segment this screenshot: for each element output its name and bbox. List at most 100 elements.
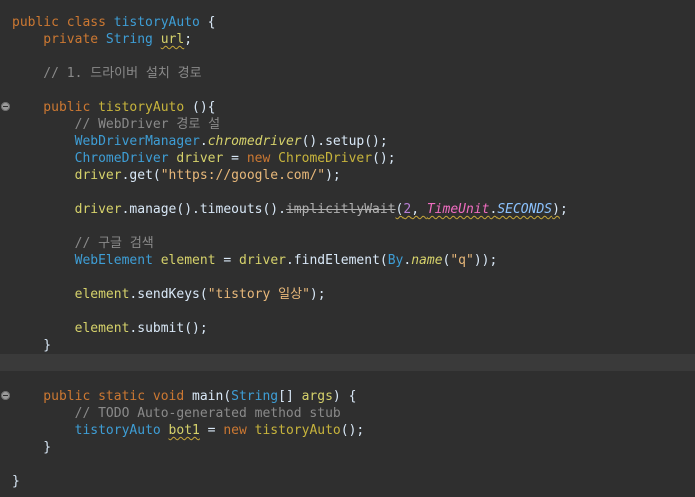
code-token: public static void bbox=[12, 389, 193, 404]
code-token: driver bbox=[176, 151, 224, 166]
collapse-icon[interactable] bbox=[1, 391, 10, 400]
code-token: String bbox=[105, 32, 153, 47]
code-line[interactable]: element.submit(); bbox=[0, 320, 695, 337]
code-token: . bbox=[199, 134, 208, 149]
code-token: bot1 bbox=[168, 423, 200, 438]
code-line[interactable]: element.sendKeys("tistory 일상"); bbox=[0, 286, 695, 303]
code-token: (); bbox=[340, 423, 365, 438]
code-token: name bbox=[411, 253, 443, 268]
code-token: ); bbox=[309, 287, 326, 302]
code-token: By bbox=[387, 253, 404, 268]
code-token: // WebDriver 경로 설 bbox=[12, 117, 221, 132]
code-line[interactable]: } bbox=[0, 473, 695, 490]
code-token: driver bbox=[74, 202, 122, 217]
code-token: new bbox=[223, 423, 255, 438]
code-line[interactable]: // WebDriver 경로 설 bbox=[0, 116, 695, 133]
code-line[interactable]: WebDriverManager.chromedriver().setup(); bbox=[0, 133, 695, 150]
code-token: main bbox=[192, 389, 224, 404]
code-token: driver bbox=[74, 168, 122, 183]
code-line[interactable]: tistoryAuto bot1 = new tistoryAuto(); bbox=[0, 422, 695, 439]
code-line[interactable] bbox=[0, 456, 695, 473]
code-line[interactable]: public static void main(String[] args) { bbox=[0, 388, 695, 405]
code-text: ChromeDriver driver = new ChromeDriver()… bbox=[12, 150, 396, 167]
code-token: ().setup(); bbox=[301, 134, 388, 149]
code-token: tistoryAuto bbox=[254, 423, 341, 438]
code-token: } bbox=[12, 474, 20, 489]
collapse-icon[interactable] bbox=[1, 102, 10, 111]
code-token: "q" bbox=[450, 253, 474, 268]
code-text: driver.get("https://google.com/"); bbox=[12, 167, 341, 184]
code-line[interactable]: } bbox=[0, 439, 695, 456]
code-line[interactable]: public tistoryAuto (){ bbox=[0, 99, 695, 116]
code-text: } bbox=[12, 337, 51, 354]
code-token: new bbox=[246, 151, 279, 166]
code-token: .manage().timeouts(). bbox=[121, 202, 286, 217]
code-line[interactable]: driver.get("https://google.com/"); bbox=[0, 167, 695, 184]
code-text: // WebDriver 경로 설 bbox=[12, 116, 220, 133]
code-text: element.sendKeys("tistory 일상"); bbox=[12, 286, 326, 303]
code-text: // TODO Auto-generated method stub bbox=[12, 405, 341, 422]
code-token: { bbox=[199, 15, 216, 30]
code-text: public static void main(String[] args) { bbox=[12, 388, 356, 405]
code-line[interactable] bbox=[0, 82, 695, 99]
code-token: public class bbox=[12, 15, 114, 30]
code-line[interactable]: // 1. 드라이버 설치 경로 bbox=[0, 65, 695, 82]
code-line[interactable] bbox=[0, 218, 695, 235]
code-token: element bbox=[74, 321, 130, 336]
code-line[interactable] bbox=[0, 303, 695, 320]
code-line[interactable] bbox=[0, 269, 695, 286]
code-token: String bbox=[231, 389, 279, 404]
code-token: = bbox=[223, 151, 247, 166]
code-line[interactable] bbox=[0, 184, 695, 201]
code-editor[interactable]: public class tistoryAuto { private Strin… bbox=[0, 0, 695, 497]
code-token: .findElement( bbox=[285, 253, 388, 268]
code-token: TimeUnit bbox=[426, 202, 490, 217]
current-line[interactable] bbox=[0, 354, 695, 371]
code-text: public tistoryAuto (){ bbox=[12, 99, 216, 116]
code-token: chromedriver bbox=[207, 134, 302, 149]
code-token: ; bbox=[184, 32, 193, 47]
code-token: .sendKeys( bbox=[129, 287, 208, 302]
code-token: // TODO Auto-generated method stub bbox=[12, 406, 341, 421]
code-line[interactable]: // TODO Auto-generated method stub bbox=[0, 405, 695, 422]
code-token: private bbox=[12, 32, 106, 47]
code-token: } bbox=[12, 338, 52, 353]
code-line[interactable] bbox=[0, 48, 695, 65]
code-token: } bbox=[12, 440, 52, 455]
code-token: ChromeDriver bbox=[74, 151, 169, 166]
code-token: WebElement bbox=[74, 253, 153, 268]
code-token: driver bbox=[239, 253, 286, 268]
code-token: ChromeDriver bbox=[278, 151, 373, 166]
code-token: tistoryAuto bbox=[74, 423, 161, 438]
code-token: .submit(); bbox=[129, 321, 208, 336]
code-token: tistoryAuto bbox=[113, 15, 200, 30]
code-line[interactable]: private String url; bbox=[0, 31, 695, 48]
code-line[interactable]: driver.manage().timeouts().implicitlyWai… bbox=[0, 201, 695, 218]
code-token: tistoryAuto bbox=[98, 100, 185, 115]
code-token: ) { bbox=[332, 389, 357, 404]
code-line[interactable]: WebElement element = driver.findElement(… bbox=[0, 252, 695, 269]
code-text: WebDriverManager.chromedriver().setup(); bbox=[12, 133, 388, 150]
code-token: WebDriverManager bbox=[74, 134, 200, 149]
code-line[interactable]: ChromeDriver driver = new ChromeDriver()… bbox=[0, 150, 695, 167]
code-token: implicitlyWait bbox=[285, 202, 396, 217]
code-line[interactable] bbox=[0, 371, 695, 388]
code-line[interactable]: public class tistoryAuto { bbox=[0, 14, 695, 31]
code-line[interactable]: } bbox=[0, 337, 695, 354]
code-token: (){ bbox=[184, 100, 216, 115]
code-token: , bbox=[411, 202, 427, 217]
code-line[interactable]: // 구글 검색 bbox=[0, 235, 695, 252]
code-token: // 1. 드라이버 설치 경로 bbox=[12, 66, 202, 81]
code-token: ( bbox=[223, 389, 232, 404]
code-token: element bbox=[160, 253, 216, 268]
code-token: = bbox=[215, 253, 240, 268]
